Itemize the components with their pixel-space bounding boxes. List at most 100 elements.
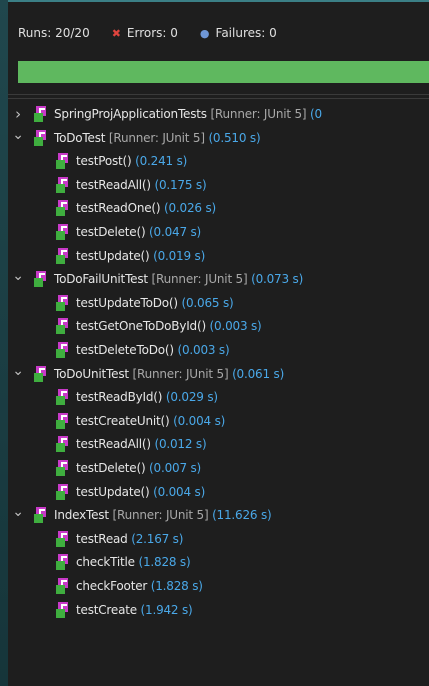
runner-label: [Runner: JUnit 5]: [128, 366, 233, 381]
test-duration: (0.065 s): [177, 295, 234, 310]
test-class-row[interactable]: ⌄ ToDoUnitTest [Runner: JUnit 5] (0.061 s…: [12, 363, 284, 385]
test-passed-icon: [56, 342, 70, 358]
failures-counter: ● Failures: 0: [200, 26, 277, 40]
test-name: ToDoTest: [54, 130, 106, 145]
test-method-row[interactable]: testReadById() (0.029 s): [56, 386, 218, 408]
test-name: testGetOneToDoById(): [76, 319, 206, 334]
editor-left-strip: [0, 0, 8, 686]
test-name: testPost(): [76, 154, 132, 169]
test-class-row[interactable]: ⌄ ToDoFailUnitTest [Runner: JUnit 5] (0.0…: [12, 268, 303, 290]
test-suite-passed-icon: [34, 129, 48, 146]
test-method-row[interactable]: testUpdate() (0.004 s): [56, 481, 205, 503]
test-duration: (0.241 s): [131, 154, 188, 169]
test-name: testDelete(): [76, 225, 146, 239]
test-duration: (0.019 s): [149, 248, 206, 263]
test-passed-icon: [56, 153, 70, 170]
test-method-row[interactable]: checkTitle (1.828 s): [56, 551, 191, 573]
test-name: ToDoUnitTest: [54, 366, 129, 381]
error-icon: ✖: [111, 26, 121, 40]
test-passed-icon: [56, 601, 70, 618]
test-method-row[interactable]: checkFooter (1.828 s): [56, 575, 203, 597]
test-duration: (0.007 s): [145, 461, 202, 475]
test-method-row[interactable]: testDeleteToDo() (0.003 s): [56, 339, 230, 361]
test-name: testRead: [76, 531, 128, 546]
test-duration: (0.003 s): [205, 319, 262, 334]
test-duration: (0.004 s): [149, 484, 206, 499]
test-name: testUpdate(): [76, 248, 150, 263]
test-method-row[interactable]: testRead (2.167 s): [56, 528, 183, 550]
test-passed-icon: [56, 294, 70, 311]
test-passed-icon: [56, 436, 70, 453]
test-duration: (0.012 s): [150, 437, 207, 452]
failures-label: Failures: 0: [215, 26, 277, 40]
test-duration: (0.061 s): [232, 366, 285, 381]
runner-label: [Runner: JUnit 5]: [108, 508, 213, 523]
test-duration: (0: [310, 107, 322, 121]
test-name: testUpdate(): [76, 484, 150, 499]
test-method-row[interactable]: testCreate (1.942 s): [56, 599, 193, 621]
failure-icon: ●: [199, 26, 210, 40]
test-method-row[interactable]: testReadAll() (0.175 s): [56, 174, 207, 196]
test-name: SpringProjApplicationTests: [54, 107, 207, 121]
test-name: testUpdateToDo(): [76, 295, 178, 310]
test-passed-icon: [56, 412, 70, 429]
test-name: testDelete(): [76, 461, 146, 475]
test-duration: (0.004 s): [169, 413, 226, 428]
test-duration: (0.175 s): [150, 177, 207, 192]
test-name: checkFooter: [76, 579, 148, 593]
test-name: IndexTest: [54, 508, 109, 523]
test-passed-icon: [56, 530, 70, 547]
panel-top-border: [8, 0, 429, 2]
test-class-row[interactable]: ⌄ IndexTest [Runner: JUnit 5] (11.626 s): [12, 504, 272, 526]
test-duration: (11.626 s): [212, 508, 272, 523]
test-progress-bar: [18, 61, 429, 83]
test-name: testCreate: [76, 602, 137, 617]
test-method-row[interactable]: testPost() (0.241 s): [56, 150, 187, 172]
test-duration: (1.942 s): [136, 602, 193, 617]
test-passed-icon: [56, 247, 70, 264]
test-suite-passed-icon: [34, 507, 48, 524]
test-name: ToDoFailUnitTest: [54, 272, 148, 287]
errors-counter: ✖ Errors: 0: [112, 26, 178, 40]
test-method-row[interactable]: testDelete() (0.047 s): [56, 221, 201, 243]
test-duration: (0.029 s): [162, 390, 218, 405]
test-duration: (0.510 s): [208, 130, 261, 145]
test-method-row[interactable]: testReadOne() (0.026 s): [56, 197, 216, 219]
test-name: testReadAll(): [76, 437, 151, 452]
test-suite-passed-icon: [34, 271, 48, 288]
chevron-down-icon[interactable]: ⌄: [12, 363, 24, 379]
test-passed-icon: [56, 554, 70, 571]
test-duration: (2.167 s): [127, 531, 184, 546]
test-name: testReadOne(): [76, 201, 161, 216]
chevron-down-icon[interactable]: ⌄: [12, 268, 24, 284]
runs-label: Runs: 20/20: [18, 26, 90, 40]
chevron-down-icon[interactable]: ⌄: [12, 127, 24, 143]
test-passed-icon: [56, 318, 70, 335]
test-method-row[interactable]: testReadAll() (0.012 s): [56, 433, 207, 455]
test-passed-icon: [56, 200, 70, 217]
test-method-row[interactable]: testGetOneToDoById() (0.003 s): [56, 315, 262, 337]
chevron-right-icon[interactable]: ›: [12, 105, 24, 123]
test-duration: (1.828 s): [134, 555, 191, 570]
test-suite-passed-icon: [34, 365, 48, 382]
chevron-down-icon[interactable]: ⌄: [12, 504, 24, 520]
test-passed-icon: [56, 578, 70, 594]
test-method-row[interactable]: testUpdateToDo() (0.065 s): [56, 292, 234, 314]
runner-label: [Runner: JUnit 5]: [206, 107, 311, 121]
test-duration: (0.026 s): [160, 201, 217, 216]
test-method-row[interactable]: testUpdate() (0.019 s): [56, 245, 205, 267]
counters-bar: Runs: 20/20 ✖ Errors: 0 ● Failures: 0: [18, 24, 299, 42]
test-class-row[interactable]: › SpringProjApplicationTests [Runner: JUn…: [12, 103, 322, 125]
test-method-row[interactable]: testDelete() (0.007 s): [56, 457, 201, 479]
test-duration: (0.003 s): [173, 343, 230, 357]
divider: [8, 98, 429, 99]
test-duration: (0.047 s): [145, 225, 202, 239]
divider: [8, 94, 429, 95]
test-duration: (1.828 s): [147, 579, 203, 593]
test-method-row[interactable]: testCreateUnit() (0.004 s): [56, 410, 225, 432]
test-passed-icon: [56, 389, 70, 406]
test-class-row[interactable]: ⌄ ToDoTest [Runner: JUnit 5] (0.510 s): [12, 127, 261, 149]
test-name: testDeleteToDo(): [76, 343, 174, 357]
runs-counter: Runs: 20/20: [18, 26, 90, 40]
test-name: testReadAll(): [76, 177, 151, 192]
